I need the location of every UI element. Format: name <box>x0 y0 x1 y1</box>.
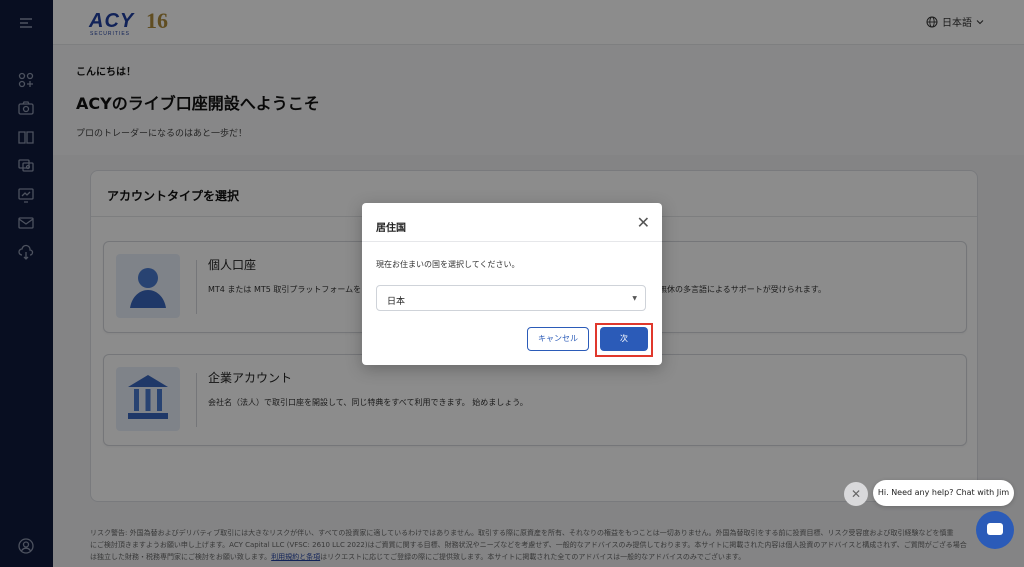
chat-icon <box>987 523 1003 535</box>
dialog-prompt: 現在お住まいの国を選択してください。 <box>376 260 520 269</box>
dialog-title: 居住国 <box>376 223 406 234</box>
cancel-button[interactable]: キャンセル <box>527 327 589 351</box>
caret-down-icon: ▼ <box>632 295 637 302</box>
chat-dismiss-button[interactable]: ✕ <box>844 482 868 506</box>
selected-country: 日本 <box>387 297 406 307</box>
chat-greeting[interactable]: Hi. Need any help? Chat with Jim <box>873 480 1014 506</box>
next-button[interactable]: 次 <box>600 327 648 351</box>
close-icon[interactable]: ✕ <box>637 213 650 232</box>
country-select[interactable]: 日本 ▼ <box>376 285 646 311</box>
country-of-residence-dialog: 居住国 ✕ 現在お住まいの国を選択してください。 日本 ▼ キャンセル 次 <box>362 203 662 365</box>
chat-launcher-button[interactable] <box>976 511 1014 549</box>
divider <box>362 241 662 242</box>
